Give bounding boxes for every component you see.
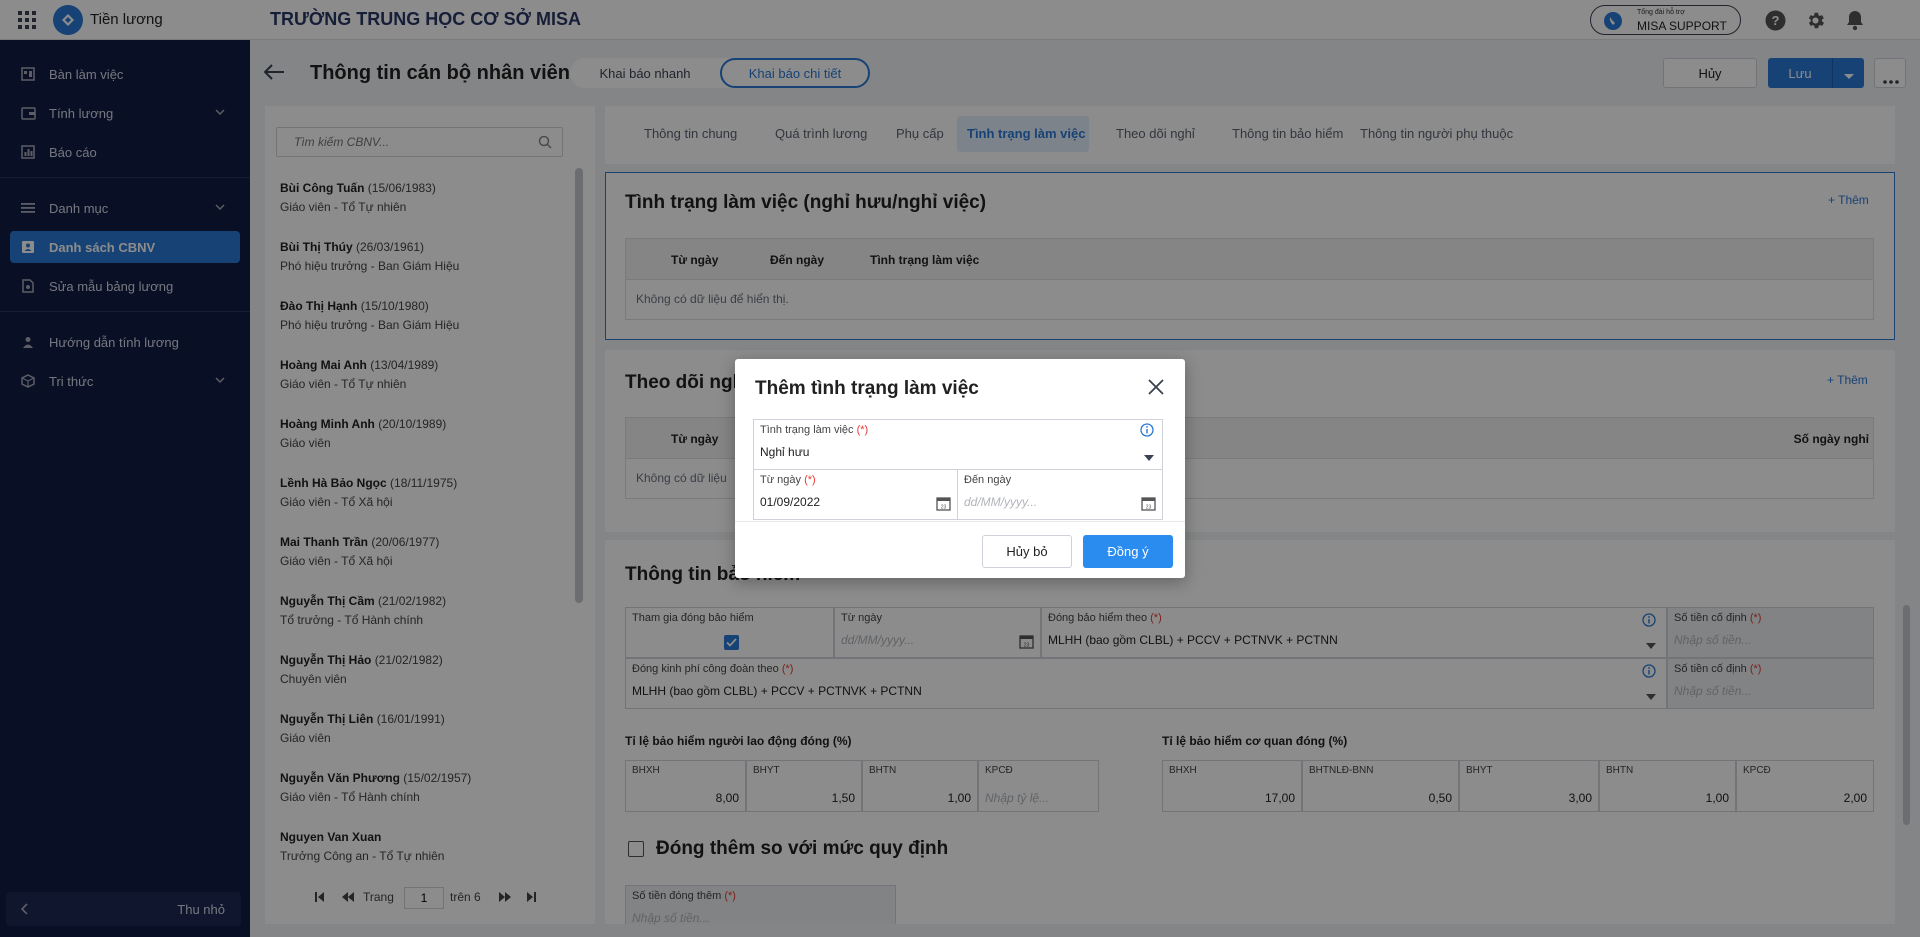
dialog-cancel-button[interactable]: Hủy bỏ — [982, 535, 1072, 568]
to-date-placeholder: dd/MM/yyyy... — [964, 495, 1038, 509]
required-mark: (*) — [856, 424, 869, 436]
dialog-ok-button[interactable]: Đồng ý — [1083, 535, 1173, 568]
info-icon[interactable] — [1140, 423, 1154, 440]
required-mark: (*) — [804, 474, 816, 486]
svg-text:23: 23 — [941, 505, 947, 511]
close-icon[interactable] — [1147, 378, 1165, 399]
dialog-footer-divider — [735, 521, 1185, 522]
dialog-from-date-field[interactable]: Từ ngày (*) 01/09/2022 23 — [753, 469, 958, 520]
from-date-label: Từ ngày — [760, 474, 801, 486]
work-status-select[interactable]: Tình trạng làm việc (*) Nghỉ hưu — [753, 419, 1163, 470]
to-date-label: Đến ngày — [964, 474, 1012, 486]
dialog-title: Thêm tình trạng làm việc — [755, 378, 979, 399]
work-status-value: Nghỉ hưu — [760, 445, 810, 459]
svg-text:23: 23 — [1146, 505, 1152, 511]
work-status-label: Tình trạng làm việc — [760, 424, 854, 436]
from-date-value: 01/09/2022 — [760, 495, 821, 509]
dialog-to-date-field[interactable]: Đến ngày dd/MM/yyyy... 23 — [957, 469, 1163, 520]
caret-down-icon[interactable] — [1144, 449, 1154, 464]
calendar-icon[interactable]: 23 — [1141, 496, 1156, 514]
calendar-icon[interactable]: 23 — [936, 496, 951, 514]
add-work-status-dialog: Thêm tình trạng làm việc Tình trạng làm … — [735, 359, 1185, 578]
